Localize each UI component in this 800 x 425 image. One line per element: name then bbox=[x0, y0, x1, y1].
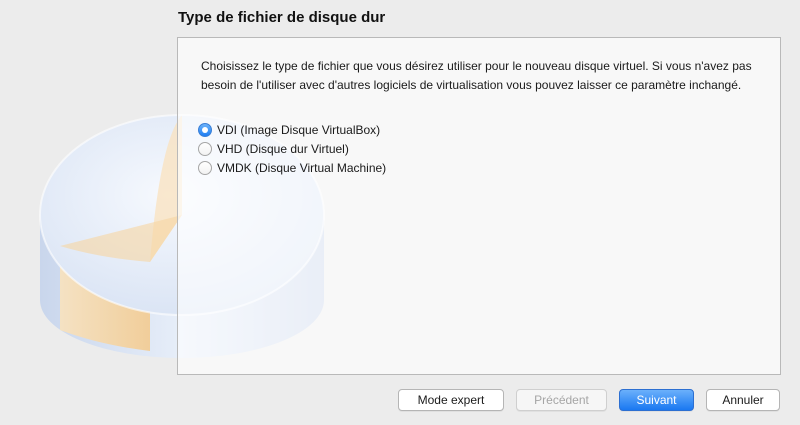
radio-button-vmdk[interactable] bbox=[198, 160, 212, 175]
radio-button-vdi[interactable] bbox=[198, 122, 212, 137]
cancel-button[interactable]: Annuler bbox=[706, 389, 780, 411]
option-vhd[interactable]: VHD (Disque dur Virtuel) bbox=[198, 139, 386, 158]
option-vmdk-label: VMDK (Disque Virtual Machine) bbox=[217, 160, 387, 175]
file-type-panel: Choisissez le type de fichier que vous d… bbox=[177, 37, 781, 375]
option-vhd-label: VHD (Disque dur Virtuel) bbox=[217, 141, 349, 156]
option-vdi-label: VDI (Image Disque VirtualBox) bbox=[217, 122, 381, 137]
page-title: Type de fichier de disque dur bbox=[178, 9, 386, 26]
description-text: Choisissez le type de fichier que vous d… bbox=[201, 59, 752, 92]
next-button[interactable]: Suivant bbox=[619, 389, 694, 411]
previous-button[interactable]: Précédent bbox=[516, 389, 607, 411]
file-type-radio-group: VDI (Image Disque VirtualBox) VHD (Disqu… bbox=[198, 120, 386, 177]
expert-mode-button[interactable]: Mode expert bbox=[398, 389, 504, 411]
option-vmdk[interactable]: VMDK (Disque Virtual Machine) bbox=[198, 158, 386, 177]
option-vdi[interactable]: VDI (Image Disque VirtualBox) bbox=[198, 120, 386, 139]
radio-button-vhd[interactable] bbox=[198, 141, 212, 156]
